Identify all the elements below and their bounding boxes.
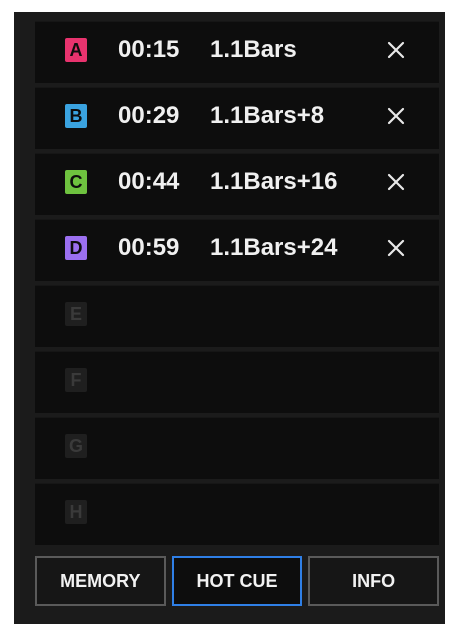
hot-cue-time: 00:59	[118, 234, 180, 261]
close-icon	[387, 173, 405, 191]
delete-cue-button[interactable]	[384, 170, 408, 194]
view-tab-bar: MEMORY HOT CUE INFO	[35, 556, 440, 610]
hot-cue-position: 1.1Bars	[210, 36, 297, 63]
hot-cue-list: A 00:15 1.1Bars B 00:29 1.1Bars+8 C 00:4…	[35, 21, 439, 549]
tab-hot-cue[interactable]: HOT CUE	[171, 556, 303, 606]
hot-cue-badge-e: E	[65, 302, 87, 326]
hot-cue-badge-a: A	[65, 38, 87, 62]
hot-cue-row-d[interactable]: D 00:59 1.1Bars+24	[35, 219, 439, 281]
delete-cue-button[interactable]	[384, 236, 408, 260]
hot-cue-badge-h: H	[65, 500, 87, 524]
hot-cue-row-b[interactable]: B 00:29 1.1Bars+8	[35, 87, 439, 149]
hot-cue-row-h[interactable]: H	[35, 483, 439, 545]
hot-cue-time: 00:29	[118, 102, 180, 129]
hot-cue-row-a[interactable]: A 00:15 1.1Bars	[35, 21, 439, 83]
hot-cue-badge-c: C	[65, 170, 87, 194]
hot-cue-position: 1.1Bars+24	[210, 234, 338, 261]
hot-cue-panel: A 00:15 1.1Bars B 00:29 1.1Bars+8 C 00:4…	[14, 12, 445, 624]
close-icon	[387, 239, 405, 257]
delete-cue-button[interactable]	[384, 38, 408, 62]
hot-cue-row-e[interactable]: E	[35, 285, 439, 347]
close-icon	[387, 107, 405, 125]
tab-info[interactable]: INFO	[308, 556, 440, 606]
hot-cue-badge-d: D	[65, 236, 87, 260]
hot-cue-time: 00:15	[118, 36, 180, 63]
close-icon	[387, 41, 405, 59]
hot-cue-row-c[interactable]: C 00:44 1.1Bars+16	[35, 153, 439, 215]
hot-cue-badge-b: B	[65, 104, 87, 128]
tab-memory[interactable]: MEMORY	[35, 556, 166, 606]
hot-cue-badge-g: G	[65, 434, 87, 458]
delete-cue-button[interactable]	[384, 104, 408, 128]
hot-cue-time: 00:44	[118, 168, 180, 195]
hot-cue-badge-f: F	[65, 368, 87, 392]
hot-cue-position: 1.1Bars+8	[210, 102, 325, 129]
hot-cue-row-g[interactable]: G	[35, 417, 439, 479]
hot-cue-position: 1.1Bars+16	[210, 168, 338, 195]
hot-cue-row-f[interactable]: F	[35, 351, 439, 413]
